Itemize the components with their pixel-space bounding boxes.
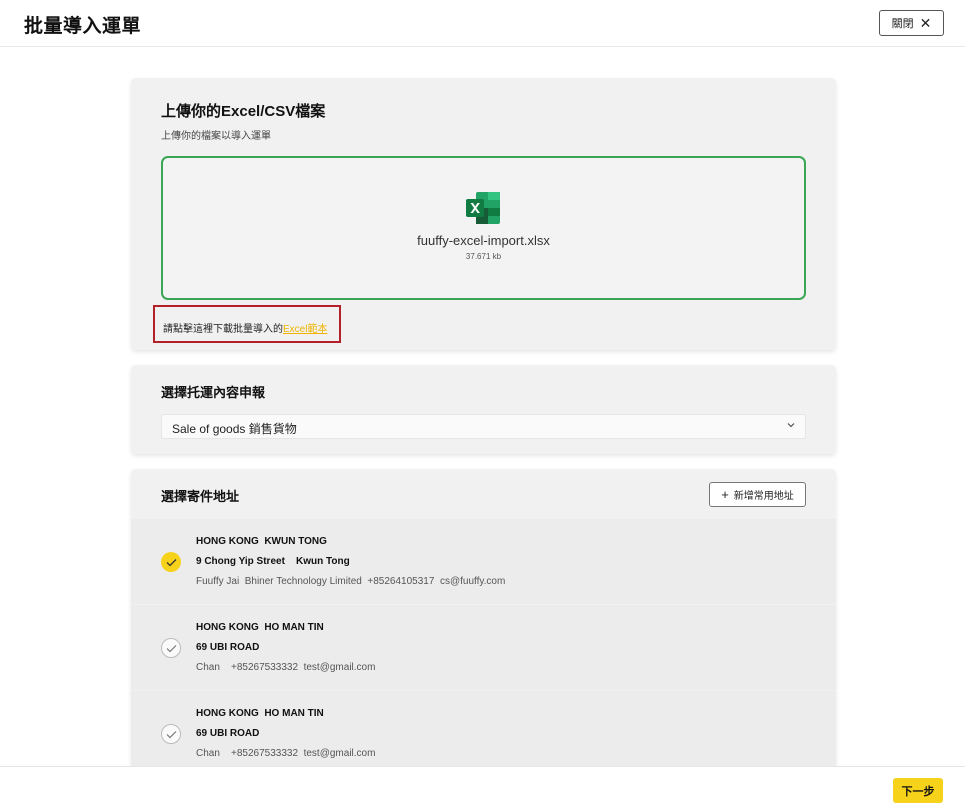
plus-icon: + xyxy=(721,486,729,502)
template-download-highlight: 請點擊這裡下載批量導入的Excel範本 xyxy=(153,305,341,343)
add-address-button[interactable]: + 新增常用地址 xyxy=(709,482,806,507)
address-radio[interactable] xyxy=(161,724,181,744)
check-icon xyxy=(166,644,176,652)
content-scroll-area[interactable]: 上傳你的Excel/CSV檔案 上傳你的檔案以導入運單 fuuffy-excel… xyxy=(0,48,965,766)
address-contact: Chan +85267533332 test@gmail.com xyxy=(196,662,376,673)
address-title: 選擇寄件地址 xyxy=(161,489,240,504)
close-button-label: 關閉 xyxy=(891,18,914,30)
close-button[interactable]: 關閉 ✕ xyxy=(879,10,944,36)
declaration-selected-value: Sale of goods 銷售貨物 xyxy=(172,422,297,436)
add-address-label: 新增常用地址 xyxy=(733,491,794,502)
address-street: 69 UBI ROAD xyxy=(196,642,260,653)
address-region: HONG KONG HO MAN TIN xyxy=(196,622,324,633)
top-bar: 批量導入運單 關閉 ✕ xyxy=(0,0,965,47)
upload-title: 上傳你的Excel/CSV檔案 xyxy=(161,103,326,120)
declaration-select[interactable]: Sale of goods 銷售貨物 xyxy=(161,414,806,439)
upload-subtitle: 上傳你的檔案以導入運單 xyxy=(161,131,271,142)
declaration-card: 選擇托運內容申報 Sale of goods 銷售貨物 xyxy=(131,365,836,454)
address-region: HONG KONG HO MAN TIN xyxy=(196,708,324,719)
address-contact: Fuuffy Jai Bhiner Technology Limited +85… xyxy=(196,576,506,587)
uploaded-file-name: fuuffy-excel-import.xlsx xyxy=(417,233,550,248)
close-icon: ✕ xyxy=(919,15,932,31)
check-icon xyxy=(166,730,176,738)
declaration-title: 選擇托運內容申報 xyxy=(161,385,266,400)
chevron-down-icon xyxy=(787,423,795,428)
page-title: 批量導入運單 xyxy=(24,16,142,37)
address-street: 69 UBI ROAD xyxy=(196,728,260,739)
address-item[interactable]: HONG KONG HO MAN TIN 69 UBI ROAD Chan +8… xyxy=(131,691,836,766)
address-item[interactable]: HONG KONG HO MAN TIN 69 UBI ROAD Chan +8… xyxy=(131,605,836,690)
address-street: 9 Chong Yip Street Kwun Tong xyxy=(196,556,350,567)
excel-file-icon xyxy=(466,192,500,224)
next-step-button[interactable]: 下一步 xyxy=(893,778,943,803)
address-radio[interactable] xyxy=(161,638,181,658)
bottom-bar: 下一步 xyxy=(0,766,965,810)
upload-card: 上傳你的Excel/CSV檔案 上傳你的檔案以導入運單 fuuffy-excel… xyxy=(131,78,836,350)
check-icon xyxy=(166,558,176,566)
address-item[interactable]: HONG KONG KWUN TONG 9 Chong Yip Street K… xyxy=(131,519,836,604)
template-download-prefix: 請點擊這裡下載批量導入的 xyxy=(163,324,283,335)
uploaded-file-size: 37.671 kb xyxy=(465,252,502,261)
template-download-text: 請點擊這裡下載批量導入的Excel範本 xyxy=(163,320,327,335)
address-radio-selected[interactable] xyxy=(161,552,181,572)
sender-address-card: 選擇寄件地址 + 新增常用地址 HONG KONG KWUN TONG 9 Ch… xyxy=(131,469,836,766)
address-contact: Chan +85267533332 test@gmail.com xyxy=(196,748,376,759)
address-region: HONG KONG KWUN TONG xyxy=(196,536,327,547)
excel-template-link[interactable]: Excel範本 xyxy=(283,324,327,335)
file-dropzone[interactable]: fuuffy-excel-import.xlsx 37.671 kb xyxy=(161,156,806,300)
